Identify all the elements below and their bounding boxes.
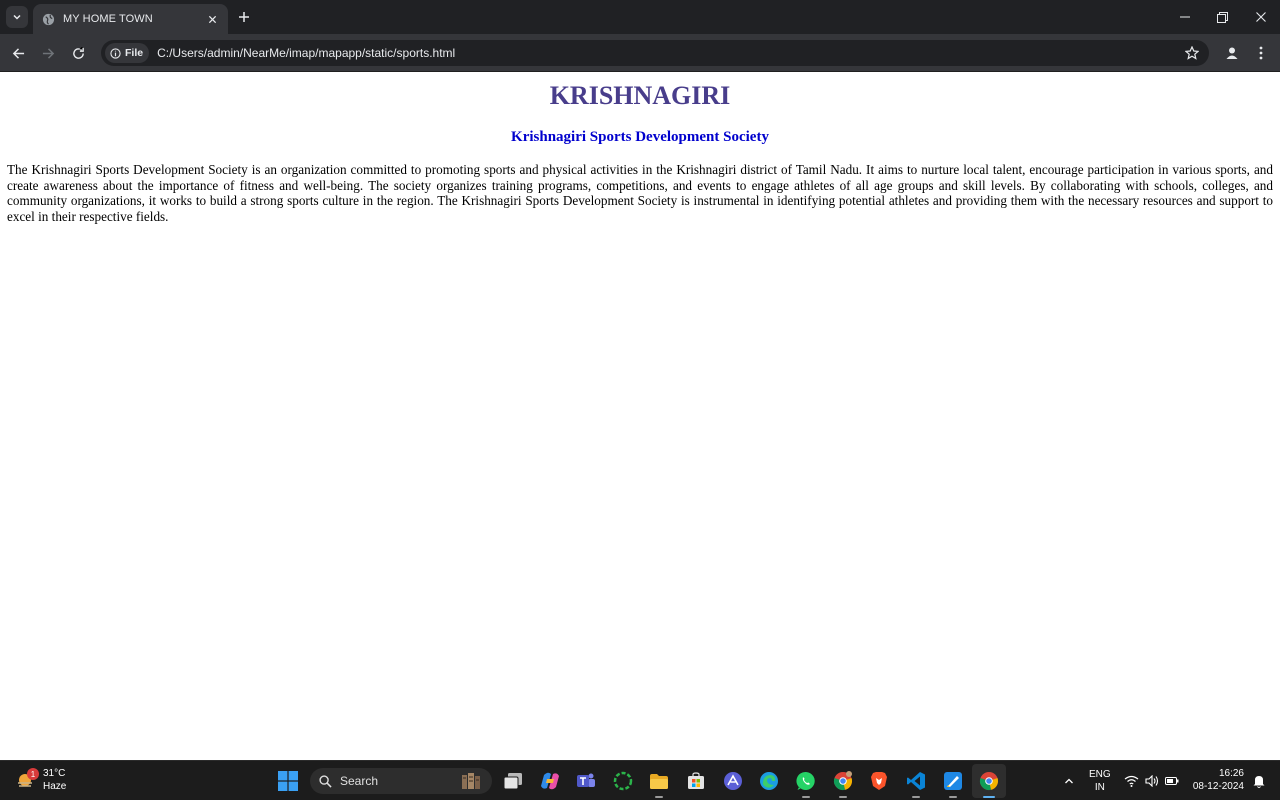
info-icon <box>110 47 121 59</box>
profile-icon <box>1226 47 1238 59</box>
tab-title: MY HOME TOWN <box>63 13 153 25</box>
teams-icon <box>577 773 595 787</box>
wifi-icon <box>1124 775 1139 787</box>
minimize-icon <box>1180 16 1190 18</box>
windows-start-icon <box>278 771 298 791</box>
chevron-down-icon <box>13 14 21 20</box>
menu-button[interactable] <box>1250 42 1272 64</box>
whatsapp-icon <box>796 771 815 790</box>
site-info-chip[interactable]: File <box>105 43 150 63</box>
site-info-label: File <box>125 47 144 59</box>
system-clock[interactable]: 16:26 08-12-2024 <box>1193 767 1244 793</box>
folder-icon <box>650 773 668 789</box>
notifications-button[interactable] <box>1246 768 1272 794</box>
clock-date: 08-12-2024 <box>1192 781 1244 792</box>
store-button[interactable] <box>683 768 709 794</box>
chevron-up-icon <box>1065 778 1073 784</box>
chrome-profile-icon <box>833 771 853 791</box>
quick-settings[interactable] <box>1124 761 1179 800</box>
edge-icon <box>760 772 778 790</box>
task-view-icon <box>503 773 522 790</box>
more-vertical-icon <box>1259 46 1263 60</box>
search-icon <box>319 774 332 788</box>
start-button[interactable] <box>275 768 301 794</box>
sync-app-button[interactable] <box>610 768 636 794</box>
search-highlight-icon <box>462 773 480 789</box>
paint-button[interactable] <box>940 768 966 798</box>
volume-icon <box>1145 775 1159 787</box>
search-label: Search <box>340 774 379 788</box>
region-code: IN <box>1094 782 1105 793</box>
restore-button[interactable] <box>1210 6 1234 28</box>
weather-temperature: 31°C <box>43 768 66 779</box>
running-indicator <box>802 796 810 798</box>
bookmark-button[interactable] <box>1183 44 1201 62</box>
whatsapp-button[interactable] <box>793 768 819 798</box>
weather-icon: 1 <box>14 768 39 791</box>
web-page: KRISHNAGIRI Krishnagiri Sports Developme… <box>0 73 1280 760</box>
globe-icon <box>41 12 55 26</box>
back-button[interactable] <box>7 42 29 64</box>
chrome-profile-button[interactable] <box>830 768 856 798</box>
refresh-app-icon <box>613 771 633 791</box>
plus-icon <box>239 12 249 22</box>
language-indicator[interactable]: ENG IN <box>1089 761 1111 800</box>
close-tab-icon[interactable] <box>204 11 220 27</box>
brave-lion-icon <box>871 772 887 790</box>
running-indicator <box>949 796 957 798</box>
running-indicator <box>655 796 663 798</box>
vscode-button[interactable] <box>903 768 929 798</box>
task-view-button[interactable] <box>500 768 526 794</box>
file-explorer-button[interactable] <box>646 768 672 798</box>
bell-icon <box>1253 775 1265 788</box>
clock-time: 16:26 <box>1218 768 1244 779</box>
arc-icon <box>724 772 742 790</box>
teams-button[interactable] <box>573 768 599 794</box>
browser-tab-active[interactable]: MY HOME TOWN <box>33 4 228 34</box>
arrow-right-icon <box>42 47 54 59</box>
show-hidden-icons-button[interactable] <box>1056 768 1082 794</box>
browser-toolbar: File C:/Users/admin/NearMe/imap/mapapp/s… <box>0 34 1280 72</box>
tab-search-button[interactable] <box>6 6 28 28</box>
vscode-icon <box>907 772 925 790</box>
star-icon <box>1185 46 1199 60</box>
new-tab-button[interactable] <box>234 8 254 26</box>
running-indicator <box>839 796 847 798</box>
paint-icon <box>944 772 962 790</box>
store-icon <box>688 772 704 789</box>
taskbar-search[interactable]: Search <box>310 768 492 794</box>
running-indicator <box>912 796 920 798</box>
profile-button[interactable] <box>1221 42 1243 64</box>
address-bar[interactable]: File C:/Users/admin/NearMe/imap/mapapp/s… <box>101 40 1209 66</box>
windows-taskbar: 1 31°C Haze Search ENG IN 16:26 08-12-20… <box>0 760 1280 800</box>
copilot-icon <box>541 772 559 790</box>
chrome-icon <box>979 772 999 791</box>
active-indicator <box>983 796 995 798</box>
arc-button[interactable] <box>720 768 746 794</box>
brave-button[interactable] <box>866 768 892 794</box>
chrome-button-active[interactable] <box>972 764 1006 798</box>
page-paragraph: The Krishnagiri Sports Development Socie… <box>7 162 1273 224</box>
weather-condition: Haze <box>43 781 67 792</box>
url-text[interactable]: C:/Users/admin/NearMe/imap/mapapp/static… <box>157 46 455 60</box>
battery-icon <box>1165 777 1179 785</box>
page-title: KRISHNAGIRI <box>549 81 731 110</box>
copilot-button[interactable] <box>537 768 563 794</box>
reload-icon <box>72 46 84 59</box>
page-subtitle: Krishnagiri Sports Development Society <box>511 129 769 145</box>
minimize-button[interactable] <box>1173 6 1197 28</box>
reload-button[interactable] <box>67 42 89 64</box>
notification-badge: 1 <box>27 768 39 780</box>
browser-titlebar: MY HOME TOWN <box>0 0 1280 34</box>
edge-button[interactable] <box>756 768 782 794</box>
forward-button[interactable] <box>37 42 59 64</box>
close-icon <box>1256 12 1266 22</box>
restore-icon <box>1216 11 1228 23</box>
close-window-button[interactable] <box>1249 6 1273 28</box>
language-code: ENG <box>1089 769 1111 780</box>
weather-widget[interactable]: 1 31°C Haze <box>14 767 66 793</box>
arrow-left-icon <box>12 47 24 59</box>
